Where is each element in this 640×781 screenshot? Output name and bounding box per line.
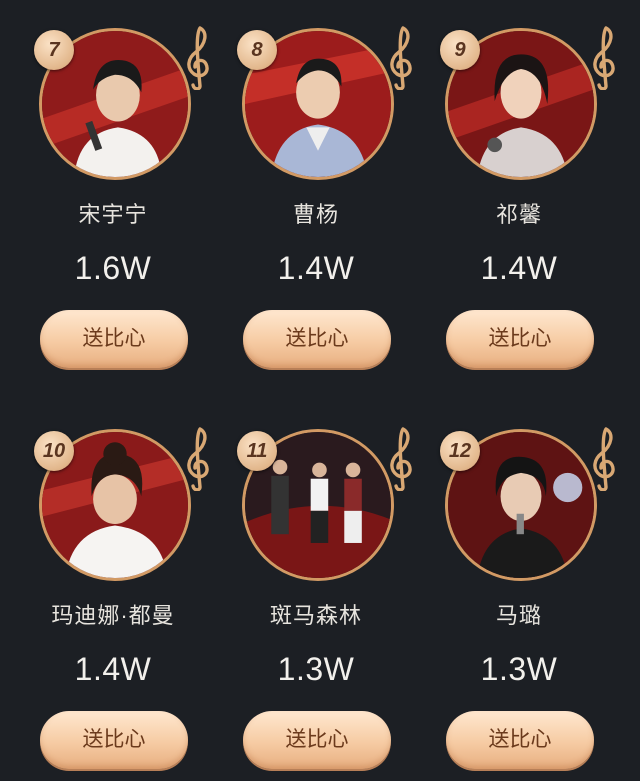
send-heart-button[interactable]: 送比心 <box>243 711 391 769</box>
avatar-area: 10 <box>0 401 209 591</box>
vote-count: 1.4W <box>480 250 558 286</box>
vote-count: 1.4W <box>74 651 152 687</box>
contestant-name: 马璐 <box>495 603 542 628</box>
send-heart-button[interactable]: 送比心 <box>446 310 594 368</box>
rank-badge: 11 <box>237 431 277 471</box>
rank-badge: 12 <box>440 431 480 471</box>
send-heart-button[interactable]: 送比心 <box>40 310 188 368</box>
contestant-name: 宋宇宁 <box>78 202 148 227</box>
send-heart-button[interactable]: 送比心 <box>446 711 594 769</box>
contestant-card: 10 玛迪娜·都曼 1.4W 送比心 <box>0 401 209 781</box>
contestant-card: 7 宋宇宁 1.6W 送比心 <box>0 0 209 380</box>
rank-badge: 8 <box>237 30 277 70</box>
contestant-card: 11 斑马森林 1.3W 送比心 <box>203 401 412 781</box>
avatar-area: 8 <box>203 0 412 190</box>
avatar-area: 12 <box>406 401 615 591</box>
contestant-card: 9 祁馨 1.4W 送比心 <box>406 0 615 380</box>
rank-badge: 10 <box>34 431 74 471</box>
vote-count: 1.4W <box>277 250 355 286</box>
avatar-area: 11 <box>203 401 412 591</box>
vote-count: 1.3W <box>480 651 558 687</box>
contestant-name: 祁馨 <box>495 202 542 227</box>
send-heart-button[interactable]: 送比心 <box>243 310 391 368</box>
rank-badge: 9 <box>440 30 480 70</box>
vote-count: 1.3W <box>277 651 355 687</box>
contestant-name: 曹杨 <box>292 202 339 227</box>
contestant-card: 8 曹杨 1.4W 送比心 <box>203 0 412 380</box>
vote-count: 1.6W <box>74 250 152 286</box>
avatar-area: 7 <box>0 0 209 190</box>
contestant-grid: 7 宋宇宁 1.6W 送比心 8 曹杨 1.4W 送比心 9 祁馨 1.4W 送… <box>0 0 640 769</box>
avatar-area: 9 <box>406 0 615 190</box>
contestant-card: 12 马璐 1.3W 送比心 <box>406 401 615 781</box>
contestant-name: 玛迪娜·都曼 <box>51 603 175 628</box>
treble-clef-icon <box>593 26 615 90</box>
contestant-name: 斑马森林 <box>269 603 362 628</box>
treble-clef-icon <box>593 427 615 491</box>
send-heart-button[interactable]: 送比心 <box>40 711 188 769</box>
rank-badge: 7 <box>34 30 74 70</box>
